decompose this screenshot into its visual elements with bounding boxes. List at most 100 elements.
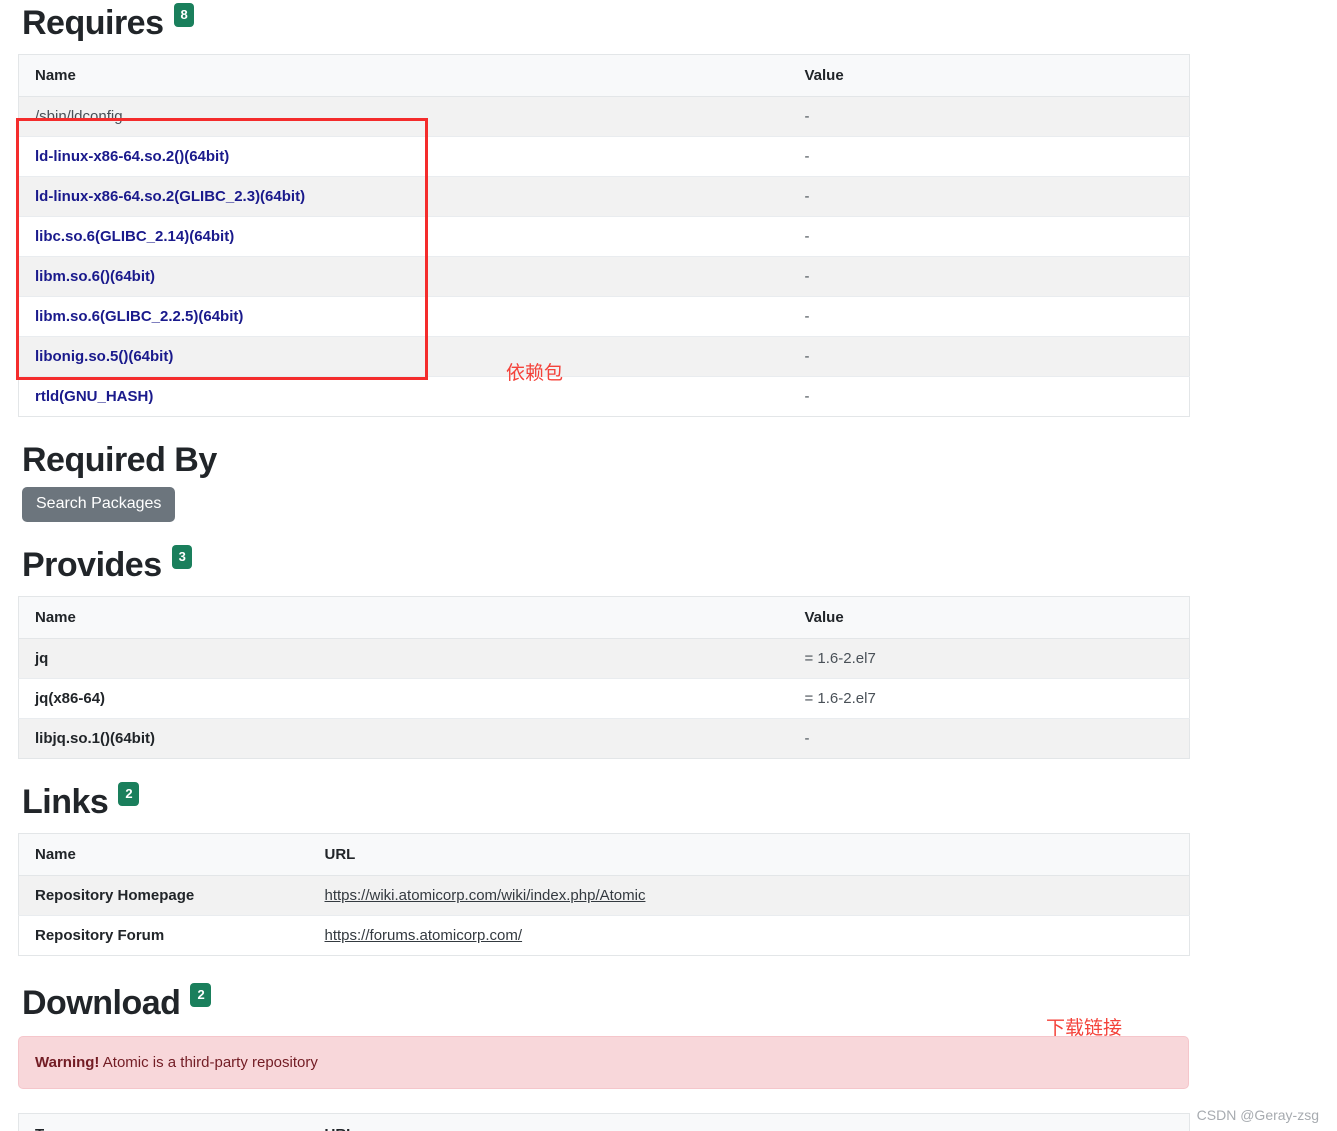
provides-count-badge: 3 <box>171 545 193 569</box>
requires-value-text: - <box>804 268 810 285</box>
requires-name-link[interactable]: rtld(GNU_HASH) <box>35 388 153 405</box>
table-header-row: Name Value <box>18 54 1190 97</box>
links-url-cell: https://wiki.atomicorp.com/wiki/index.ph… <box>308 875 1190 916</box>
links-table-body: Repository Homepage https://wiki.atomico… <box>18 875 1190 956</box>
links-name-cell: Repository Forum <box>18 915 309 956</box>
provides-name-text: jq(x86-64) <box>35 690 106 707</box>
provides-table-body: jq = 1.6-2.el7 jq(x86-64) = 1.6-2.el7 li… <box>18 638 1190 759</box>
requires-value-text: - <box>804 188 810 205</box>
requires-value-cell: - <box>788 216 1190 257</box>
requires-name-cell: libc.so.6(GLIBC_2.14)(64bit) <box>18 216 789 257</box>
required-by-heading: Required By <box>22 443 1337 477</box>
provides-name-cell: libjq.so.1()(64bit) <box>18 718 789 759</box>
warning-label: Warning! <box>35 1054 100 1071</box>
download-warning-wrap: Warning! Atomic is a third-party reposit… <box>18 1036 1337 1089</box>
download-title: Download <box>22 984 181 1022</box>
provides-col-name: Name <box>18 596 789 639</box>
requires-title: Requires <box>22 4 164 42</box>
download-table: Type URL Binary Package http://www6.atom… <box>18 1113 1190 1131</box>
requires-value-cell: - <box>788 96 1190 137</box>
download-count-badge: 2 <box>190 983 212 1007</box>
requires-value-text: - <box>804 388 810 405</box>
requires-value-text: - <box>804 348 810 365</box>
provides-name-text: libjq.so.1()(64bit) <box>35 730 155 747</box>
requires-col-value: Value <box>788 54 1190 97</box>
table-row: ld-linux-x86-64.so.2(GLIBC_2.3)(64bit) - <box>18 176 1190 217</box>
table-row: rtld(GNU_HASH) - <box>18 376 1190 417</box>
requires-name-link[interactable]: libc.so.6(GLIBC_2.14)(64bit) <box>35 228 234 245</box>
provides-value-cell: = 1.6-2.el7 <box>788 638 1190 679</box>
requires-table-body: /sbin/ldconfig - ld-linux-x86-64.so.2()(… <box>18 96 1190 417</box>
table-row: jq = 1.6-2.el7 <box>18 638 1190 679</box>
provides-heading: Provides 3 <box>22 545 1337 582</box>
warning-text: Atomic is a third-party repository <box>99 1054 318 1071</box>
search-packages-button[interactable]: Search Packages <box>22 487 176 522</box>
table-row: libonig.so.5()(64bit) - <box>18 336 1190 377</box>
requires-value-text: - <box>804 148 810 165</box>
requires-count-badge: 8 <box>173 3 195 27</box>
table-header-row: Type URL <box>18 1113 1190 1131</box>
links-name-cell: Repository Homepage <box>18 875 309 916</box>
requires-name-cell: ld-linux-x86-64.so.2()(64bit) <box>18 136 789 177</box>
requires-value-cell: - <box>788 296 1190 337</box>
requires-value-cell: - <box>788 256 1190 297</box>
provides-name-cell: jq <box>18 638 789 679</box>
links-table-wrap: Name URL Repository Homepage https://wik… <box>18 833 1337 956</box>
csdn-watermark: CSDN @Geray-zsg <box>1196 1107 1319 1123</box>
table-row: Repository Homepage https://wiki.atomico… <box>18 875 1190 916</box>
table-header-row: Name URL <box>18 833 1190 876</box>
requires-heading: Requires 8 <box>22 0 1337 40</box>
requires-name-cell: libm.so.6()(64bit) <box>18 256 789 297</box>
download-link-annotation: 下载链接 <box>1046 1017 1123 1039</box>
requires-table-wrap: Name Value /sbin/ldconfig - ld-linux-x86… <box>18 54 1337 417</box>
requires-value-cell: - <box>788 176 1190 217</box>
provides-col-value: Value <box>788 596 1190 639</box>
links-url-cell: https://forums.atomicorp.com/ <box>308 915 1190 956</box>
required-by-title: Required By <box>22 441 217 479</box>
required-by-actions: Search Packages <box>22 487 1337 522</box>
table-row: Repository Forum https://forums.atomicor… <box>18 915 1190 956</box>
table-row: libm.so.6()(64bit) - <box>18 256 1190 297</box>
requires-name-text: /sbin/ldconfig <box>35 108 123 125</box>
table-row: libjq.so.1()(64bit) - <box>18 718 1190 759</box>
requires-name-link[interactable]: libm.so.6(GLIBC_2.2.5)(64bit) <box>35 308 243 325</box>
download-table-wrap: Type URL Binary Package http://www6.atom… <box>18 1113 1337 1131</box>
table-row: ld-linux-x86-64.so.2()(64bit) - <box>18 136 1190 177</box>
requires-name-cell: ld-linux-x86-64.so.2(GLIBC_2.3)(64bit) <box>18 176 789 217</box>
third-party-warning-alert: Warning! Atomic is a third-party reposit… <box>18 1036 1189 1089</box>
provides-value-text: - <box>804 730 810 747</box>
requires-name-link[interactable]: ld-linux-x86-64.so.2()(64bit) <box>35 148 229 165</box>
links-url-link[interactable]: https://forums.atomicorp.com/ <box>325 927 523 944</box>
requires-value-text: - <box>804 108 810 125</box>
provides-value-cell: = 1.6-2.el7 <box>788 678 1190 719</box>
requires-name-link[interactable]: libonig.so.5()(64bit) <box>35 348 173 365</box>
table-row: libm.so.6(GLIBC_2.2.5)(64bit) - <box>18 296 1190 337</box>
page-content: Requires 8 Name Value /sbin/ldconfig - l… <box>0 0 1337 1131</box>
requires-value-text: - <box>804 228 810 245</box>
dependencies-annotation: 依赖包 <box>506 362 564 384</box>
links-url-link[interactable]: https://wiki.atomicorp.com/wiki/index.ph… <box>325 887 646 904</box>
table-header-row: Name Value <box>18 596 1190 639</box>
requires-name-cell: /sbin/ldconfig <box>18 96 789 137</box>
table-row: jq(x86-64) = 1.6-2.el7 <box>18 678 1190 719</box>
requires-value-text: - <box>804 308 810 325</box>
download-col-type: Type <box>18 1113 309 1131</box>
provides-table-wrap: Name Value jq = 1.6-2.el7 jq(x86-64) = 1… <box>18 596 1337 759</box>
table-row: /sbin/ldconfig - <box>18 96 1190 137</box>
requires-name-link[interactable]: libm.so.6()(64bit) <box>35 268 155 285</box>
requires-name-cell: rtld(GNU_HASH) <box>18 376 789 417</box>
table-row: libc.so.6(GLIBC_2.14)(64bit) - <box>18 216 1190 257</box>
requires-col-name: Name <box>18 54 789 97</box>
requires-value-cell: - <box>788 376 1190 417</box>
requires-name-cell: libonig.so.5()(64bit) <box>18 336 789 377</box>
provides-value-cell: - <box>788 718 1190 759</box>
links-title: Links <box>22 783 109 821</box>
provides-table: Name Value jq = 1.6-2.el7 jq(x86-64) = 1… <box>18 596 1190 759</box>
provides-value-text: = 1.6-2.el7 <box>804 650 876 667</box>
requires-name-link[interactable]: ld-linux-x86-64.so.2(GLIBC_2.3)(64bit) <box>35 188 305 205</box>
requires-value-cell: - <box>788 336 1190 377</box>
requires-value-cell: - <box>788 136 1190 177</box>
links-table: Name URL Repository Homepage https://wik… <box>18 833 1190 956</box>
links-name-text: Repository Homepage <box>35 887 195 904</box>
links-count-badge: 2 <box>118 782 140 806</box>
